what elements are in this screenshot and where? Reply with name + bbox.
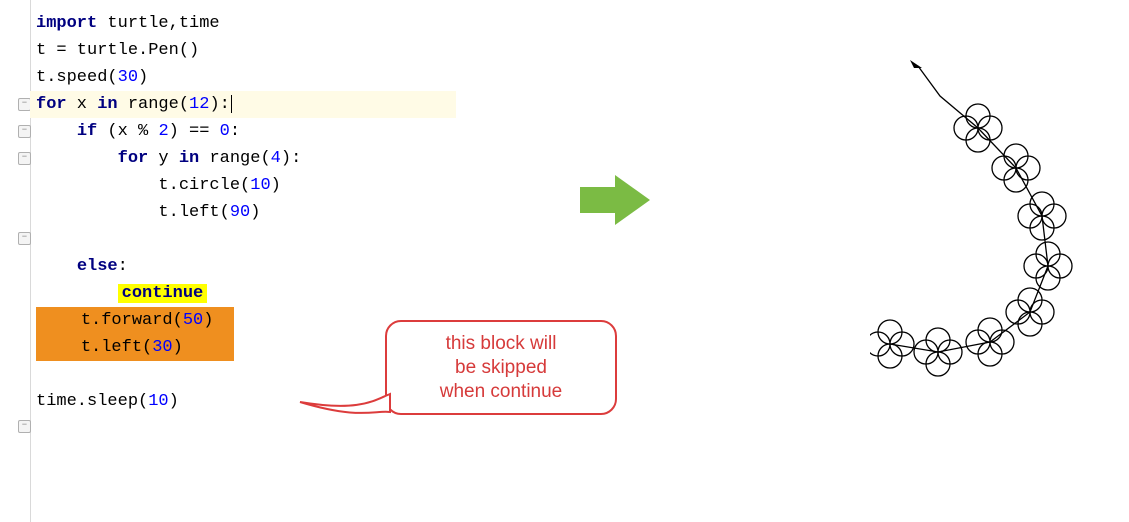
code-line: if (x % 2) == 0:: [36, 118, 456, 145]
code-line: import turtle,time: [36, 10, 456, 37]
callout-text: when continue: [401, 380, 601, 404]
code-line-highlighted: for x in range(12):: [30, 91, 456, 118]
fold-toggle-icon[interactable]: [18, 232, 31, 245]
text-caret: [231, 95, 232, 113]
code-line: t.circle(10): [36, 172, 456, 199]
callout-text: this block will: [401, 332, 601, 356]
fold-toggle-icon[interactable]: [18, 420, 31, 433]
code-line: t.speed(30): [36, 64, 456, 91]
highlight-orange: t.left(30): [36, 334, 234, 361]
turtle-output-canvas: [870, 50, 1100, 390]
keyword-import: import: [36, 14, 97, 33]
arrow-right-icon: [580, 175, 650, 225]
fold-toggle-icon[interactable]: [18, 125, 31, 138]
highlight-yellow: continue: [118, 284, 208, 303]
code-line: else:: [36, 253, 456, 280]
code-line: for y in range(4):: [36, 145, 456, 172]
code-line-blank: [36, 226, 456, 253]
callout-text: be skipped: [401, 356, 601, 380]
code-line: t = turtle.Pen(): [36, 37, 456, 64]
highlight-orange: t.forward(50): [36, 307, 234, 334]
code-line: t.left(90): [36, 199, 456, 226]
editor-gutter: [0, 0, 31, 522]
code-line: continue: [36, 280, 456, 307]
fold-toggle-icon[interactable]: [18, 152, 31, 165]
